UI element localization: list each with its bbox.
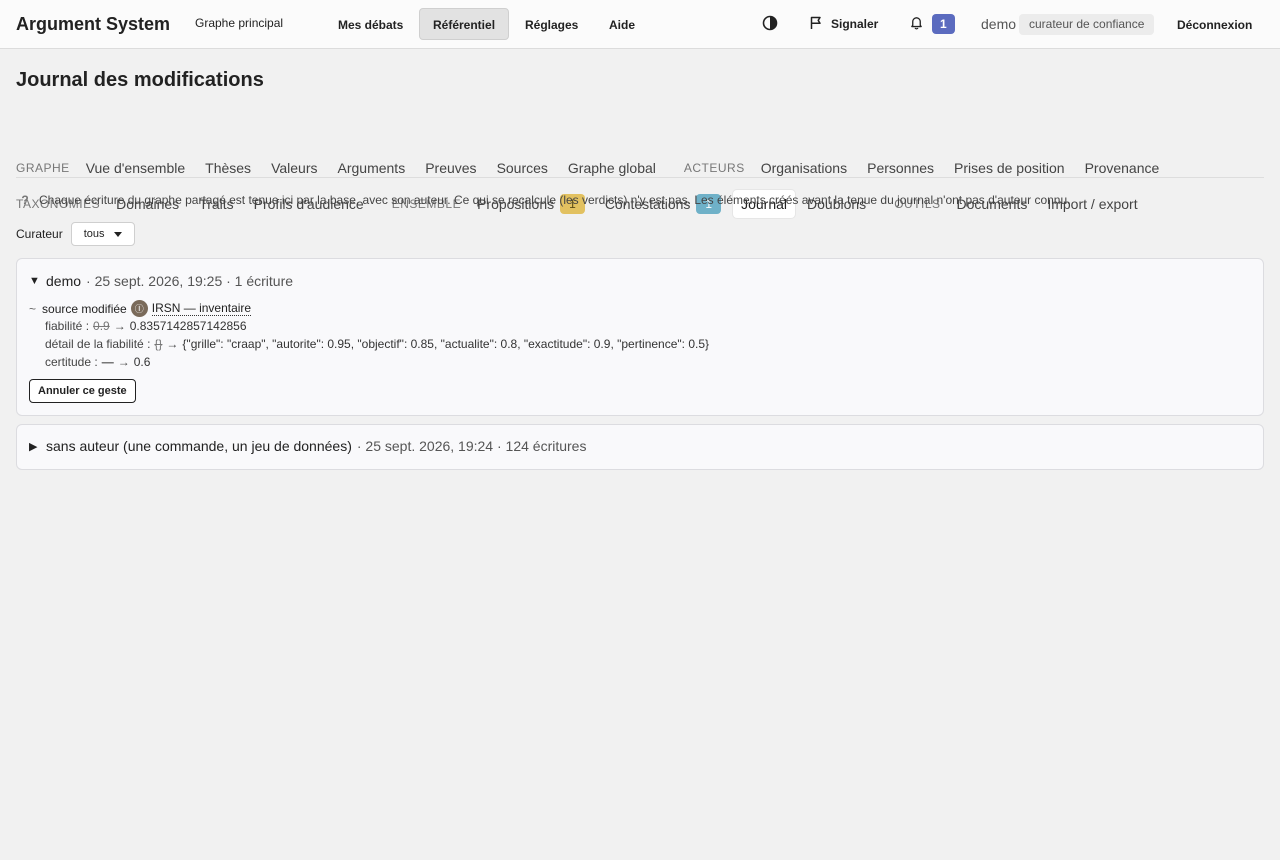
group-author: sans auteur (une commande, un jeu de don… <box>46 438 352 454</box>
contrast-icon <box>762 15 778 34</box>
info-notice: ? Chaque écriture du graphe partagé est … <box>16 193 1071 207</box>
nav-referentiel[interactable]: Référentiel <box>419 8 510 40</box>
role-badge: curateur de confiance <box>1019 14 1155 35</box>
old-value: — <box>101 355 114 369</box>
arrow-right-icon: → <box>117 355 130 369</box>
old-value: {} <box>154 337 163 351</box>
modification-marker: ~ <box>29 301 37 316</box>
field-name: fiabilité : <box>45 319 90 333</box>
group-header[interactable]: ▼ demo · 25 sept. 2026, 19:25 · 1 écritu… <box>29 273 293 289</box>
curator-filter: Curateur tous <box>16 222 136 246</box>
bell-icon <box>909 15 924 33</box>
logout-button[interactable]: Déconnexion <box>1163 8 1266 40</box>
nav-aide[interactable]: Aide <box>595 8 649 40</box>
source-icon: Ⓘ <box>130 300 148 317</box>
journal-entry: ~ source modifiée Ⓘ IRSN — inventaire <box>29 300 252 317</box>
notifications-button[interactable]: 1 <box>909 8 955 40</box>
group-author: demo <box>46 273 82 289</box>
field-name: détail de la fiabilité : <box>45 337 151 351</box>
nav-reglages[interactable]: Réglages <box>511 8 592 40</box>
report-button[interactable]: Signaler <box>809 8 878 40</box>
field-name: certitude : <box>45 355 98 369</box>
nav-mes-debats[interactable]: Mes débats <box>324 8 417 40</box>
expanded-triangle-icon: ▼ <box>29 275 40 287</box>
help-icon: ? <box>21 193 29 207</box>
group-header[interactable]: ▶ sans auteur (une commande, un jeu de d… <box>29 438 586 454</box>
group-meta: · 25 sept. 2026, 19:25 · 1 écriture <box>86 273 294 289</box>
chevron-down-icon <box>114 231 123 237</box>
change-fiabilite: fiabilité : 0.9 → 0.8357142857142856 <box>45 319 247 333</box>
new-value: 0.6 <box>133 355 151 369</box>
page-title: Journal des modifications <box>16 69 264 91</box>
group-meta: · 25 sept. 2026, 19:24 · 124 écritures <box>356 438 587 454</box>
undo-button[interactable]: Annuler ce geste <box>29 379 136 403</box>
old-value: 0.9 <box>93 319 110 333</box>
arrow-right-icon: → <box>166 337 179 351</box>
journal-group-sans-auteur: ▶ sans auteur (une commande, un jeu de d… <box>16 424 1264 470</box>
curator-select-value: tous <box>83 228 105 240</box>
top-bar: Argument System Graphe principal Mes déb… <box>0 0 1280 49</box>
graph-selector[interactable]: Graphe principal <box>195 16 283 30</box>
entry-action: source modifiée <box>42 301 127 316</box>
group-label-acteurs: ACTEURS <box>683 161 745 175</box>
entry-target-link[interactable]: IRSN — inventaire <box>151 301 252 316</box>
change-detail-fiabilite: détail de la fiabilité : {} → {"grille":… <box>45 337 709 351</box>
theme-toggle-button[interactable] <box>762 8 778 40</box>
arrow-right-icon: → <box>113 319 126 333</box>
user-name: demo <box>981 16 1017 32</box>
change-certitude: certitude : — → 0.6 <box>45 355 150 369</box>
app-title[interactable]: Argument System <box>16 14 170 35</box>
notifications-badge: 1 <box>932 14 955 34</box>
curator-filter-label: Curateur <box>16 227 63 241</box>
collapsed-triangle-icon: ▶ <box>29 440 38 453</box>
subnav-divider <box>16 177 1264 178</box>
report-label: Signaler <box>831 17 879 31</box>
journal-group-demo: ▼ demo · 25 sept. 2026, 19:25 · 1 écritu… <box>16 258 1264 416</box>
flag-icon <box>809 16 823 33</box>
new-value: {"grille": "craap", "autorite": 0.95, "o… <box>182 337 710 351</box>
curator-select[interactable]: tous <box>70 222 136 246</box>
group-label-graphe: GRAPHE <box>16 161 70 175</box>
info-text: Chaque écriture du graphe partagé est te… <box>39 193 1071 207</box>
new-value: 0.8357142857142856 <box>129 319 247 333</box>
